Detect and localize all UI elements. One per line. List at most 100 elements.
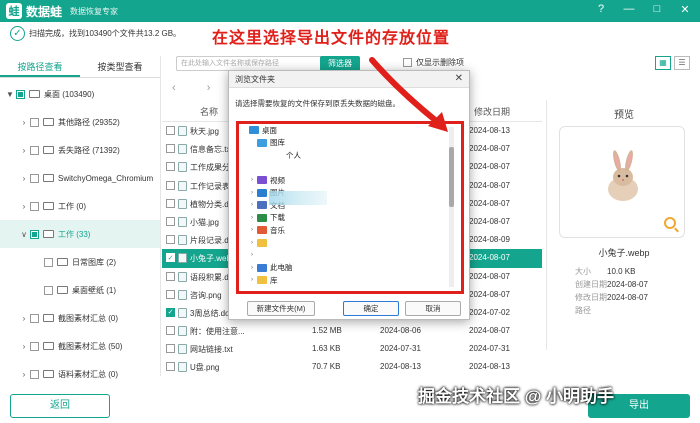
new-folder-button[interactable]: 新建文件夹(M) bbox=[247, 301, 315, 316]
tree-item[interactable]: › 语料素材汇总 (0) bbox=[0, 360, 160, 388]
file-checkbox[interactable] bbox=[166, 162, 175, 172]
close-icon[interactable]: ✕ bbox=[678, 3, 692, 16]
file-checkbox[interactable] bbox=[166, 126, 175, 135]
folder-tree-item[interactable]: › 库 bbox=[239, 274, 447, 287]
folder-tree-scrollbar[interactable] bbox=[449, 127, 454, 287]
folder-tree-label: 图库 bbox=[270, 138, 285, 148]
expand-arrow-icon[interactable]: › bbox=[18, 118, 30, 127]
tree-item[interactable]: › 其他路径 (29352) bbox=[0, 108, 160, 136]
tab-by-type[interactable]: 按类型查看 bbox=[80, 56, 160, 77]
zoom-icon[interactable] bbox=[664, 217, 676, 229]
expand-arrow-icon[interactable]: › bbox=[247, 265, 257, 271]
tree-item[interactable]: › 截图素材汇总 (0) bbox=[0, 304, 160, 332]
expand-arrow-icon[interactable]: ▼ bbox=[4, 90, 16, 99]
tree-item[interactable]: › SwitchyOmega_Chromium bbox=[0, 164, 160, 192]
folder-tree-item[interactable]: › 下载 bbox=[239, 212, 447, 225]
tree-item[interactable]: 日常图库 (2) bbox=[0, 248, 160, 276]
file-checkbox[interactable] bbox=[166, 326, 175, 336]
expand-arrow-icon[interactable]: › bbox=[247, 215, 257, 221]
tree-checkbox[interactable] bbox=[30, 145, 39, 155]
tree-item[interactable]: ∨ 工作 (33) bbox=[0, 220, 160, 248]
file-icon bbox=[178, 271, 187, 282]
tree-checkbox[interactable] bbox=[30, 201, 39, 211]
nav-arrows[interactable]: ‹ › bbox=[172, 82, 224, 94]
dialog-close-icon[interactable]: ✕ bbox=[455, 73, 463, 84]
expand-arrow-icon[interactable]: › bbox=[18, 174, 30, 183]
file-checkbox[interactable]: ✓ bbox=[166, 253, 175, 263]
tab-by-path[interactable]: 按路径查看 bbox=[0, 56, 80, 77]
path-tree: ▼ 桌面 (103490) › 其他路径 (29352) › 丢失路径 (71392) › S… bbox=[0, 80, 160, 388]
expand-arrow-icon[interactable]: ∨ bbox=[18, 230, 30, 239]
folder-tree-item[interactable]: › 此电脑 bbox=[239, 262, 447, 275]
tree-item[interactable]: › 截图素材汇总 (50) bbox=[0, 332, 160, 360]
expand-arrow-icon[interactable]: › bbox=[18, 370, 30, 379]
file-checkbox[interactable]: ✓ bbox=[166, 307, 175, 317]
ok-button[interactable]: 确定 bbox=[343, 301, 399, 316]
filter-button[interactable]: 筛选器 bbox=[320, 56, 360, 71]
folder-tree-item[interactable]: 图库 bbox=[239, 137, 447, 150]
expand-arrow-icon[interactable]: › bbox=[247, 177, 257, 183]
folder-tree-item[interactable]: › 音乐 bbox=[239, 224, 447, 237]
tree-checkbox[interactable] bbox=[16, 89, 25, 99]
tree-item[interactable]: ▼ 桌面 (103490) bbox=[0, 80, 160, 108]
file-name: 工作记录表 bbox=[190, 181, 230, 191]
folder-tree-item[interactable]: › bbox=[239, 249, 447, 262]
maximize-icon[interactable]: □ bbox=[650, 3, 664, 16]
file-checkbox[interactable] bbox=[166, 216, 175, 226]
expand-arrow-icon[interactable]: › bbox=[18, 202, 30, 211]
expand-arrow-icon[interactable]: › bbox=[18, 342, 30, 351]
minimize-icon[interactable]: — bbox=[622, 3, 636, 16]
column-name[interactable]: 名称 bbox=[200, 105, 218, 118]
expand-arrow-icon[interactable]: › bbox=[247, 277, 257, 283]
only-deleted-toggle[interactable]: 仅显示删除项 bbox=[403, 57, 464, 68]
tree-item[interactable]: › 工作 (0) bbox=[0, 192, 160, 220]
folder-tree-item[interactable]: 桌面 bbox=[239, 124, 447, 137]
tree-checkbox[interactable] bbox=[30, 117, 39, 127]
folder-tree-label: 视频 bbox=[270, 175, 285, 185]
file-checkbox[interactable] bbox=[166, 144, 175, 154]
tree-checkbox[interactable] bbox=[30, 341, 39, 351]
file-row[interactable]: U盘.png 70.7 KB 2024-08-13 2024-08-13 bbox=[162, 358, 542, 376]
expand-arrow-icon[interactable]: › bbox=[247, 252, 257, 258]
file-checkbox[interactable] bbox=[166, 180, 175, 190]
tree-checkbox[interactable] bbox=[30, 173, 39, 183]
only-deleted-checkbox[interactable] bbox=[403, 58, 412, 67]
file-checkbox[interactable] bbox=[166, 198, 175, 208]
file-checkbox[interactable] bbox=[166, 344, 175, 354]
expand-arrow-icon[interactable]: › bbox=[247, 190, 257, 196]
folder-tree-item[interactable]: 个人 bbox=[239, 149, 447, 162]
expand-arrow-icon[interactable]: › bbox=[18, 146, 30, 155]
file-checkbox[interactable] bbox=[166, 235, 175, 245]
folder-icon bbox=[43, 174, 54, 182]
file-row[interactable]: 网站链接.txt 1.63 KB 2024-07-31 2024-07-31 bbox=[162, 340, 542, 358]
folder-tree-item[interactable] bbox=[239, 162, 447, 175]
expand-arrow-icon[interactable]: › bbox=[247, 202, 257, 208]
tree-checkbox[interactable] bbox=[30, 313, 39, 323]
column-modified[interactable]: 修改日期 bbox=[474, 105, 510, 118]
tree-checkbox[interactable] bbox=[30, 369, 39, 379]
cancel-button[interactable]: 取消 bbox=[405, 301, 461, 316]
file-icon bbox=[178, 180, 187, 191]
tree-item[interactable]: › 丢失路径 (71392) bbox=[0, 136, 160, 164]
tree-checkbox[interactable] bbox=[44, 257, 53, 267]
list-view-icon[interactable]: ☰ bbox=[674, 56, 690, 70]
expand-arrow-icon[interactable]: › bbox=[247, 227, 257, 233]
folder-tree-item[interactable]: › 视频 bbox=[239, 174, 447, 187]
folder-icon bbox=[43, 370, 54, 378]
file-modified: 2024-08-07 bbox=[469, 162, 510, 172]
file-checkbox[interactable] bbox=[166, 289, 175, 299]
expand-arrow-icon[interactable]: › bbox=[247, 240, 257, 246]
back-button[interactable]: 返回 bbox=[10, 394, 110, 418]
file-checkbox[interactable] bbox=[166, 271, 175, 281]
folder-tree-item[interactable]: › bbox=[239, 237, 447, 250]
grid-view-icon[interactable]: ▦ bbox=[655, 56, 671, 70]
file-checkbox[interactable] bbox=[166, 362, 175, 372]
tree-item[interactable]: 桌面壁纸 (1) bbox=[0, 276, 160, 304]
file-row[interactable]: 附：使用注意... 1.52 MB 2024-08-06 2024-08-07 bbox=[162, 322, 542, 340]
help-icon[interactable]: ? bbox=[594, 3, 608, 16]
dialog-title: 浏览文件夹 bbox=[229, 71, 469, 88]
expand-arrow-icon[interactable]: › bbox=[18, 314, 30, 323]
search-input[interactable]: 在此处输入文件名称或保存路径 bbox=[176, 56, 336, 71]
tree-checkbox[interactable] bbox=[30, 229, 39, 239]
tree-checkbox[interactable] bbox=[44, 285, 53, 295]
